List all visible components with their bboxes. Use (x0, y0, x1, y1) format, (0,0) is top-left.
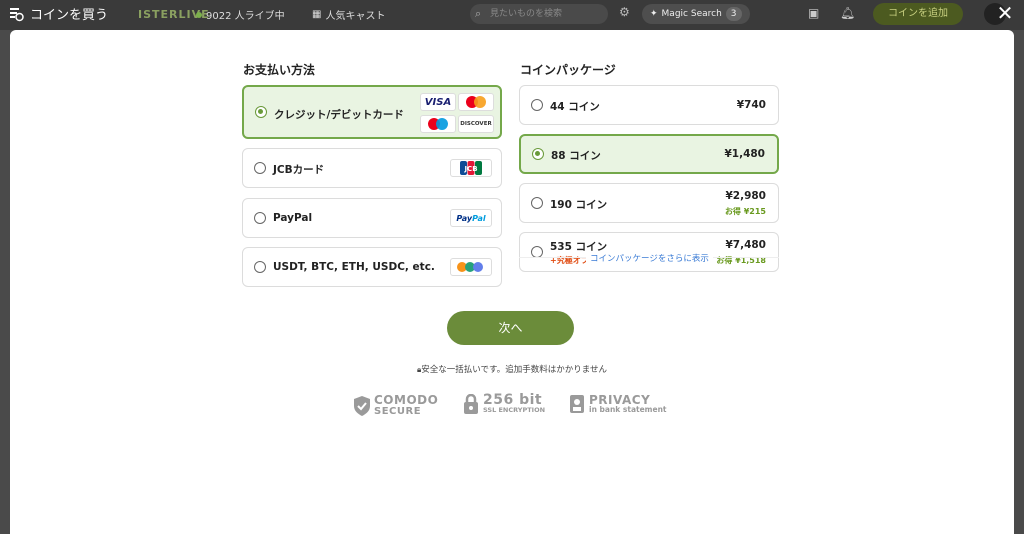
receipt-icon (570, 395, 584, 413)
add-coin-button: コインを追加 (873, 3, 963, 25)
payment-option-label: クレジット/デビットカード (274, 109, 404, 121)
radio-unselected-icon[interactable] (254, 261, 266, 273)
coin-package-savings: お得 ¥215 (724, 207, 766, 216)
coin-package-price: ¥7,480 (725, 239, 766, 251)
modal-sheet (10, 30, 1014, 534)
privacy-badge: PRIVACY in bank statement (569, 394, 667, 414)
padlock-icon (464, 394, 478, 414)
radio-selected-icon[interactable] (255, 106, 267, 118)
mastercard-icon (458, 93, 494, 111)
radio-unselected-icon[interactable] (254, 212, 266, 224)
coin-package-price: ¥1,480 (724, 148, 765, 160)
payment-option-label: PayPal (273, 212, 313, 224)
coin-package-44[interactable]: 44 コイン ¥740 (519, 85, 779, 125)
coin-package-name: 44 コイン (550, 101, 600, 113)
payment-option-label: USDT, BTC, ETH, USDC, etc. (273, 261, 435, 273)
coin-package-price: ¥2,980 (725, 190, 766, 202)
live-dot-icon (196, 11, 202, 18)
payment-option-paypal[interactable]: PayPal Pay Pal (242, 198, 502, 238)
close-icon[interactable]: ✕ (994, 2, 1016, 24)
svg-text:JCB: JCB (463, 165, 477, 173)
radio-selected-icon[interactable] (532, 148, 544, 160)
radio-unselected-icon[interactable] (254, 162, 266, 174)
modal-title: コインを買う (8, 4, 108, 23)
coin-package-190[interactable]: 190 コイン ¥2,980 お得 ¥215 (519, 183, 779, 223)
visa-icon: VISA (420, 93, 456, 111)
next-button[interactable]: 次へ (447, 311, 574, 345)
live-count: 9022 人ライブ中 (196, 7, 285, 22)
background-header: ISTERLIVE 9022 人ライブ中 ▦ 人気キャスト ⌕ 見たいものを検索 ⚙… (0, 0, 1024, 30)
chat-icon: ▣ (808, 6, 820, 20)
discover-icon: DISCOVER (458, 115, 494, 133)
radio-unselected-icon[interactable] (531, 99, 543, 111)
filter-icon: ⚙ (619, 5, 630, 19)
bell-icon: 🔔︎ (840, 6, 856, 20)
popular-cast-link: ▦ 人気キャスト (312, 9, 386, 22)
payment-option-jcb[interactable]: JCBカード JCB (242, 148, 502, 188)
sparkle-icon: ✦ (650, 9, 658, 19)
payment-option-label: JCBカード (273, 164, 325, 176)
payment-option-crypto[interactable]: USDT, BTC, ETH, USDC, etc. (242, 247, 502, 287)
magic-search-button: ✦ Magic Search 3 (642, 4, 750, 24)
secure-payment-note: 🔒︎安全な一括払いです。追加手数料はかかりません (417, 365, 607, 375)
coin-package-name: 88 コイン (551, 150, 601, 162)
ssl-encryption-badge: 256 bit SSL ENCRYPTION (463, 393, 545, 414)
coin-package-88[interactable]: 88 コイン ¥1,480 (519, 134, 779, 174)
radio-unselected-icon[interactable] (531, 197, 543, 209)
search-icon: ⌕ (475, 7, 482, 20)
show-more-packages-link[interactable]: コインパッケージをさらに表示 (586, 252, 713, 264)
coin-package-name: 190 コイン (550, 199, 608, 211)
payment-option-credit-card[interactable]: クレジット/デビットカード VISA DISCOVER (242, 85, 502, 139)
payment-method-title: お支払い方法 (243, 63, 316, 77)
crypto-icon (450, 258, 492, 276)
modal-title-text: コインを買う (30, 8, 109, 23)
maestro-icon (420, 115, 456, 133)
jcb-icon: JCB (450, 159, 492, 177)
coin-packages-title: コインパッケージ (520, 63, 616, 77)
grid-icon: ▦ (312, 9, 322, 20)
search-input: ⌕ 見たいものを検索 (470, 4, 608, 24)
coin-stack-icon (8, 6, 24, 22)
paypal-icon: Pay Pal (450, 209, 492, 227)
coin-package-price: ¥740 (736, 99, 766, 111)
shield-icon (354, 396, 370, 416)
comodo-secure-badge: COMODO SECURE (354, 394, 438, 418)
